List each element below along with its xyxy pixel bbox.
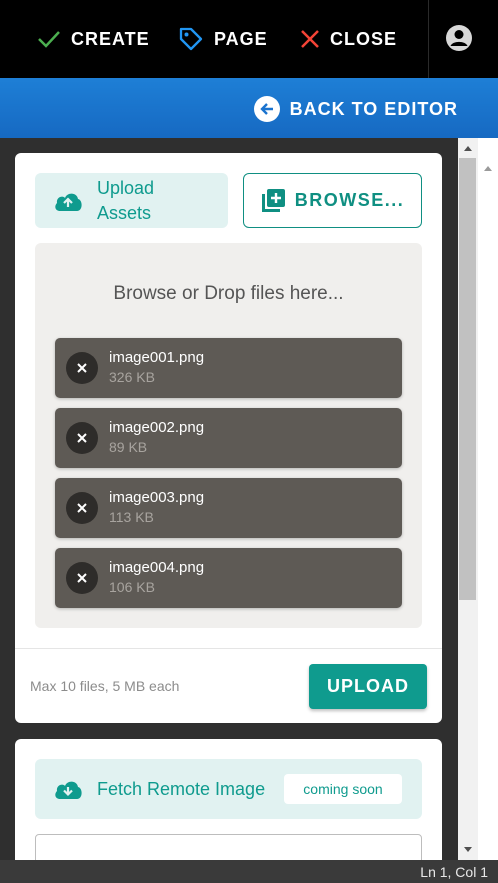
file-name: image001.png — [109, 349, 205, 366]
fetch-remote-title: Fetch Remote Image — [97, 778, 266, 799]
card-divider — [15, 648, 442, 649]
top-toolbar: CREATE PAGE CLOSE — [0, 0, 498, 78]
coming-soon-badge: coming soon — [284, 774, 402, 804]
file-size: 106 KB — [109, 579, 155, 595]
page-button[interactable]: PAGE — [178, 0, 268, 78]
upload-card: Upload Assets BROWSE... Browse or Drop f… — [15, 153, 442, 723]
back-label: BACK TO EDITOR — [289, 98, 458, 119]
browse-button[interactable]: BROWSE... — [243, 173, 422, 228]
close-button[interactable]: CLOSE — [300, 0, 397, 78]
create-button[interactable]: CREATE — [37, 0, 150, 78]
close-label: CLOSE — [330, 28, 398, 49]
file-name: image004.png — [109, 559, 205, 576]
cloud-upload-icon — [55, 193, 82, 211]
editor-gutter-scrollbar — [478, 138, 498, 860]
status-bar: Ln 1, Col 1 — [0, 860, 498, 883]
fetch-remote-chip: Fetch Remote Image coming soon — [35, 759, 422, 819]
scroll-down-arrow[interactable] — [464, 847, 472, 852]
editor-nav-bar: BACK TO EDITOR — [0, 78, 498, 138]
cloud-download-icon — [55, 781, 82, 799]
cursor-position: Ln 1, Col 1 — [420, 864, 488, 880]
file-item: image004.png 106 KB — [55, 548, 402, 608]
upload-assets-chip: Upload Assets — [35, 173, 228, 228]
vertical-scrollbar[interactable] — [458, 138, 478, 860]
remove-file-icon[interactable] — [66, 352, 98, 384]
close-x-icon — [301, 30, 319, 48]
file-dropzone[interactable]: Browse or Drop files here... image001.pn… — [35, 243, 422, 628]
file-name: image002.png — [109, 419, 205, 436]
file-name: image003.png — [109, 489, 205, 506]
remove-file-icon[interactable] — [66, 422, 98, 454]
upload-assets-line2: Assets — [97, 202, 152, 223]
upload-limits-text: Max 10 files, 5 MB each — [30, 678, 180, 694]
upload-assets-label: Upload Assets — [97, 176, 154, 226]
dropzone-hint: Browse or Drop files here... — [113, 283, 344, 304]
add-library-icon — [261, 188, 285, 212]
scroll-thumb[interactable] — [459, 158, 476, 600]
file-item: image001.png 326 KB — [55, 338, 402, 398]
toolbar-divider — [428, 0, 429, 78]
back-to-editor-button[interactable]: BACK TO EDITOR — [253, 95, 458, 123]
file-size: 326 KB — [109, 369, 155, 385]
page-label: PAGE — [214, 28, 268, 49]
content-scroll-area: Upload Assets BROWSE... Browse or Drop f… — [0, 138, 458, 860]
remove-file-icon[interactable] — [66, 562, 98, 594]
remove-file-icon[interactable] — [66, 492, 98, 524]
create-label: CREATE — [71, 28, 150, 49]
upload-button[interactable]: UPLOAD — [309, 664, 427, 709]
gutter-up-arrow[interactable] — [484, 166, 492, 171]
fetch-remote-card: Fetch Remote Image coming soon — [15, 739, 442, 860]
remote-url-input[interactable] — [35, 834, 422, 860]
file-item: image002.png 89 KB — [55, 408, 402, 468]
browse-label: BROWSE... — [294, 190, 405, 210]
file-size: 113 KB — [109, 509, 154, 525]
file-item: image003.png 113 KB — [55, 478, 402, 538]
upload-assets-line1: Upload — [97, 177, 155, 198]
account-icon[interactable] — [444, 23, 474, 53]
arrow-left-icon — [253, 96, 280, 122]
file-size: 89 KB — [109, 439, 148, 455]
check-icon — [38, 31, 60, 48]
tag-icon — [179, 27, 203, 51]
scroll-up-arrow[interactable] — [464, 146, 472, 151]
